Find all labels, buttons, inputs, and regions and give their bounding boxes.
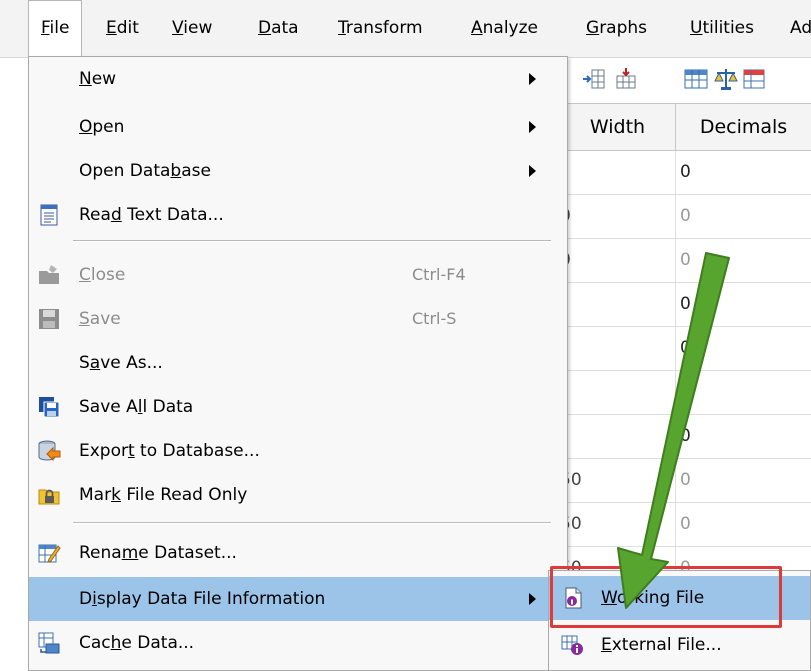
menu-item-save-as[interactable]: Save As... [29,341,567,385]
menu-separator [73,522,551,524]
menu-item-cache-data[interactable]: Cache Data... [29,621,567,665]
table-row[interactable]: 0 [560,283,811,327]
menu-item-mark-file-read-only[interactable]: Mark File Read Only [29,473,567,517]
toolbar [570,62,811,98]
submenu-item-external-file[interactable]: External File... [549,623,810,667]
table-row[interactable]: 00 [560,239,811,283]
menu-item-read-text-data[interactable]: Read Text Data... [29,193,567,237]
select-cases-icon[interactable] [742,67,766,91]
submenu-arrow-icon [529,121,536,133]
shortcut-save: Ctrl-S [412,309,457,328]
lock-folder-icon [38,489,60,505]
menu-item-rename-dataset[interactable]: Rename Dataset... [29,531,567,575]
submenu-arrow-icon [529,73,536,85]
menu-item-save[interactable]: Save Ctrl-S [29,297,567,341]
table-row[interactable]: 0 [560,151,811,195]
menu-edit[interactable]: Edit [106,0,139,56]
menu-item-export-to-database[interactable]: Export to Database... [29,429,567,473]
table-row[interactable]: 50 0 [560,459,811,503]
save-icon [39,309,59,329]
menu-analyze[interactable]: Analyze [471,0,538,56]
menu-separator [73,240,551,242]
column-header-decimals[interactable]: Decimals [676,104,811,150]
menu-item-open[interactable]: Open [29,105,567,149]
table-row[interactable]: 00 [560,195,811,239]
shortcut-close: Ctrl-F4 [412,265,466,284]
table-row[interactable]: 0 [560,371,811,415]
close-file-icon [39,265,59,284]
text-file-icon [40,204,58,226]
menu-utilities[interactable]: Utilities [690,0,754,56]
menu-add-ons[interactable]: Ad [790,0,811,56]
file-menu-dropdown: New Open Open Database Read Text Data...… [28,56,568,671]
submenu-arrow-icon [529,165,536,177]
menu-data[interactable]: Data [258,0,299,56]
split-file-icon[interactable] [684,67,708,91]
external-file-icon [561,635,583,655]
menu-item-display-data-file-information[interactable]: Display Data File Information [29,577,567,621]
variable-grid-header: Width Decimals [560,103,811,151]
column-header-width[interactable]: Width [560,104,676,150]
insert-case-icon[interactable] [614,67,638,91]
table-row[interactable]: 50 0 [560,503,811,547]
menu-view[interactable]: View [172,0,212,56]
highlight-callout-box [550,566,782,628]
menu-file-label: ile [49,18,70,38]
rename-icon [38,544,61,563]
menu-file[interactable]: File [28,0,83,58]
submenu-arrow-icon [529,593,536,605]
menu-item-open-database[interactable]: Open Database [29,149,567,193]
weight-cases-icon[interactable] [714,67,738,91]
insert-variable-icon[interactable] [582,67,606,91]
export-database-icon [38,440,61,462]
menu-item-save-all-data[interactable]: Save All Data [29,385,567,429]
save-all-icon [39,397,60,418]
cache-icon [38,632,60,654]
menu-bar: File Edit View Data Transform Analyze Gr… [0,0,811,58]
menu-graphs[interactable]: Graphs [586,0,647,56]
table-row[interactable]: 0 [560,415,811,459]
menu-item-close[interactable]: Close Ctrl-F4 [29,253,567,297]
table-row[interactable]: 0 [560,327,811,371]
menu-transform[interactable]: Transform [338,0,423,56]
menu-item-new[interactable]: New [29,57,567,101]
